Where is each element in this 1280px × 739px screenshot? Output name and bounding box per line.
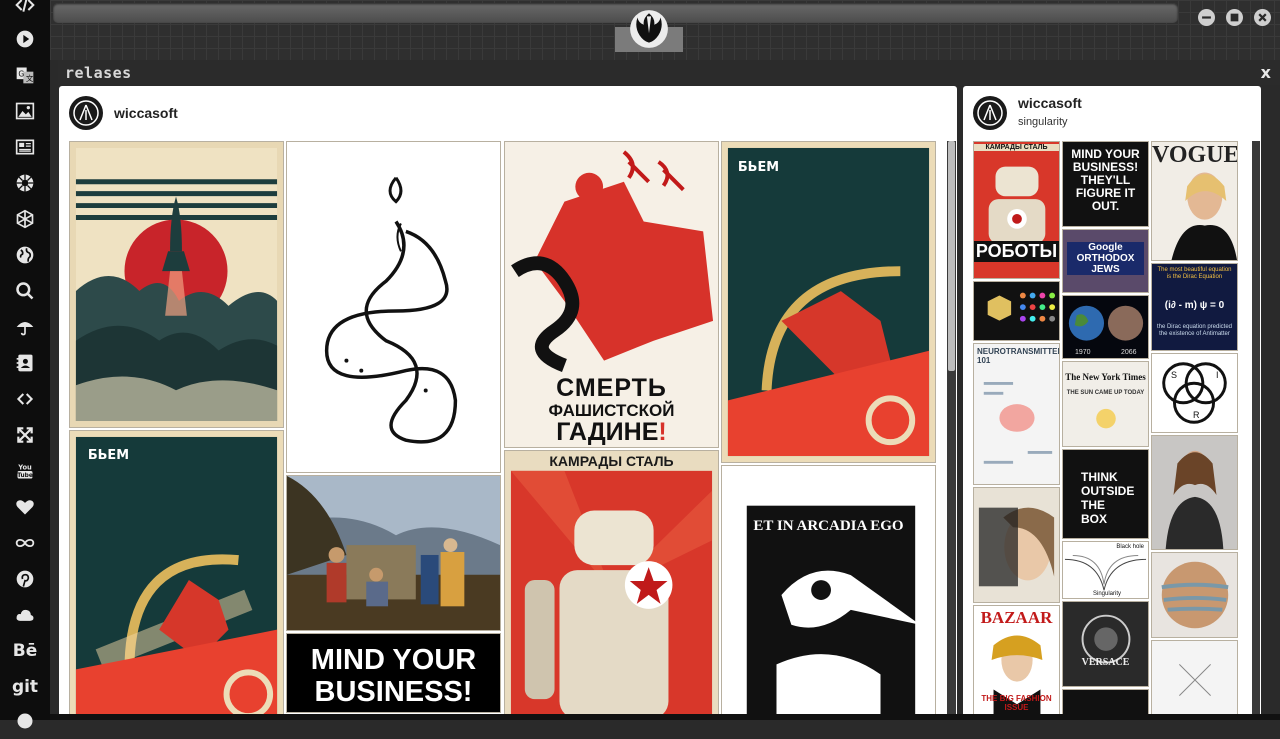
play-icon[interactable]	[0, 21, 50, 57]
translate-icon[interactable]: G文	[0, 57, 50, 93]
pin-typography-face[interactable]	[973, 487, 1060, 603]
share-icon[interactable]	[0, 381, 50, 417]
smert-line-3: ГАДИНЕ	[556, 418, 659, 446]
globe-icon[interactable]	[0, 237, 50, 273]
pinterest-icon[interactable]	[0, 561, 50, 597]
git-label: git	[11, 677, 39, 697]
rebel-alliance-icon[interactable]	[628, 8, 670, 50]
galactic-empire-icon[interactable]	[0, 165, 50, 201]
feed-scroll-thumb[interactable]	[948, 141, 955, 371]
behance-label: Bē	[12, 641, 38, 661]
pin-planet[interactable]	[1151, 552, 1238, 638]
hexagon-icon[interactable]	[0, 201, 50, 237]
pin-versace-title: VERSACE	[1081, 657, 1130, 668]
pin-dirac[interactable]: The most beautiful equation is the Dirac…	[1151, 263, 1238, 351]
bem-title: БЬЕМ	[88, 448, 129, 463]
pin-think-outside[interactable]: THINK OUTSIDE THE BOX	[1062, 449, 1149, 539]
pin-venn-r: R	[1193, 410, 1200, 420]
close-icon[interactable]	[1254, 9, 1271, 26]
pin-google-text: Google ORTHODOX JEWS	[1067, 242, 1144, 275]
pin-mind-text: MIND YOUR BUSINESS! THEY'LL FIGURE IT OU…	[1071, 147, 1140, 213]
svg-text:You: You	[17, 463, 32, 471]
heart-icon[interactable]	[0, 489, 50, 525]
pin-mind-your-business[interactable]: MIND YOUR BUSINESS! THEY'LL FIGURE IT OU…	[1062, 141, 1149, 227]
top-bar	[50, 0, 1280, 60]
mind-your-business-poster[interactable]: MIND YOUR BUSINESS!	[286, 633, 501, 713]
pin-kamrady[interactable]: КАМРАДЫ СТАЛЬ РОБОТЫ	[973, 141, 1060, 279]
pin-portrait-woman[interactable]	[1151, 435, 1238, 550]
board-avatar[interactable]	[973, 96, 1007, 130]
mind-line-1: MIND YOUR	[310, 644, 477, 676]
smert-exclamation: !	[658, 418, 667, 446]
git-icon[interactable]: git	[0, 669, 50, 705]
expand-icon[interactable]	[0, 417, 50, 453]
cloud-icon[interactable]	[0, 597, 50, 633]
sidebar: G文 You Tube Bē git	[0, 0, 50, 729]
address-bar[interactable]	[53, 3, 1178, 23]
svg-text:文: 文	[26, 73, 34, 83]
pin-cross-lines[interactable]	[1151, 640, 1238, 720]
board-scrollbar[interactable]	[1252, 141, 1260, 720]
arcadia-caption: ET IN ARCADIA EGO	[753, 518, 904, 534]
kamrady-robot-poster[interactable]: КАМРАДЫ СТАЛЬ	[504, 450, 719, 720]
pin-year-1970: 1970	[1075, 349, 1091, 356]
panel-title: relases	[65, 64, 132, 82]
pin-venn-s: S	[1171, 370, 1178, 380]
author-name[interactable]: wiccasoft	[114, 105, 178, 121]
panel-close-button[interactable]: x	[1261, 63, 1271, 82]
pin-fashion-title: THE BIG FASHION ISSUE	[981, 694, 1052, 712]
code-icon[interactable]	[0, 0, 50, 23]
pin-dirac-foot: the Dirac equation predicted the existen…	[1156, 324, 1233, 337]
pin-google-protest[interactable]: Google ORTHODOX JEWS	[1062, 229, 1149, 293]
news-icon[interactable]	[0, 129, 50, 165]
arcadia-painting[interactable]	[286, 475, 501, 631]
pin-vogue[interactable]: VOGUE	[1151, 141, 1238, 261]
maximize-icon[interactable]	[1226, 9, 1243, 26]
feed-card: wiccasoft БЬЕМ MIND YOUR BUSINESS! СМЕРТ…	[59, 86, 957, 720]
pin-bazaar[interactable]: BAZAAR THE BIG FASHION ISSUE	[973, 605, 1060, 720]
board-name[interactable]: singularity	[1018, 116, 1068, 128]
bem-title-2: БЬЕМ	[738, 160, 779, 175]
smert-line-2: ФАШИСТСКОЙ	[548, 401, 675, 420]
mind-line-2: BUSINESS!	[314, 676, 473, 708]
image-icon[interactable]	[0, 93, 50, 129]
pin-roboty-title: РОБОТЫ	[974, 241, 1059, 262]
bottom-edge	[50, 714, 1280, 720]
settings-icon[interactable]	[0, 703, 50, 739]
pin-nyt[interactable]: The New York Times THE SUN CAME UP TODAY	[1062, 361, 1149, 447]
youtube-icon[interactable]: You Tube	[0, 453, 50, 489]
infinity-icon[interactable]	[0, 525, 50, 561]
smert-line-1: СМЕРТЬ	[556, 374, 667, 402]
feed-scrollbar[interactable]	[947, 141, 956, 720]
pin-versace[interactable]: VERSACE	[1062, 601, 1149, 687]
pin-hexagon-grid[interactable]	[973, 281, 1060, 341]
board-card: wiccasoft singularity КАМРАДЫ СТАЛЬ РОБО…	[963, 86, 1261, 720]
snake-drawing[interactable]	[286, 141, 501, 473]
pin-think-text: THINK OUTSIDE THE BOX	[1081, 470, 1135, 526]
behance-icon[interactable]: Bē	[0, 633, 50, 669]
pin-venn-i: I	[1216, 370, 1219, 380]
pin-earth-1970-2066[interactable]: 1970 2066	[1062, 295, 1149, 359]
pin-year-2066: 2066	[1121, 349, 1137, 356]
pin-dirac-head: The most beautiful equation is the Dirac…	[1157, 267, 1232, 280]
bem-poster-2[interactable]: БЬЕМ	[721, 141, 936, 463]
avatar[interactable]	[69, 96, 103, 130]
svg-text:Tube: Tube	[17, 473, 33, 479]
pin-dirac-eq: (i∂ - m) ψ = 0	[1164, 300, 1225, 311]
bem-poster[interactable]: БЬЕМ	[69, 430, 284, 720]
smert-poster[interactable]: СМЕРТЬ ФАШИСТСКОЙ ГАДИНЕ!	[504, 141, 719, 448]
arcadia-woodcut[interactable]: ET IN ARCADIA EGO	[721, 465, 936, 720]
panel-header: relases x	[58, 60, 1280, 85]
search-icon[interactable]	[0, 273, 50, 309]
minimize-icon[interactable]	[1198, 9, 1215, 26]
pin-sir-venn[interactable]: S I R	[1151, 353, 1238, 433]
kamrady-title: КАМРАДЫ СТАЛЬ	[549, 453, 674, 469]
umbrella-icon[interactable]	[0, 309, 50, 345]
pin-black-hole[interactable]: Black hole Singularity	[1062, 541, 1149, 599]
rocket-poster[interactable]	[69, 141, 284, 428]
board-author[interactable]: wiccasoft	[1018, 95, 1082, 111]
svg-text:G: G	[18, 70, 24, 79]
pin-neurotransmitters[interactable]: NEUROTRANSMITTERS 101	[973, 343, 1060, 485]
contacts-icon[interactable]	[0, 345, 50, 381]
